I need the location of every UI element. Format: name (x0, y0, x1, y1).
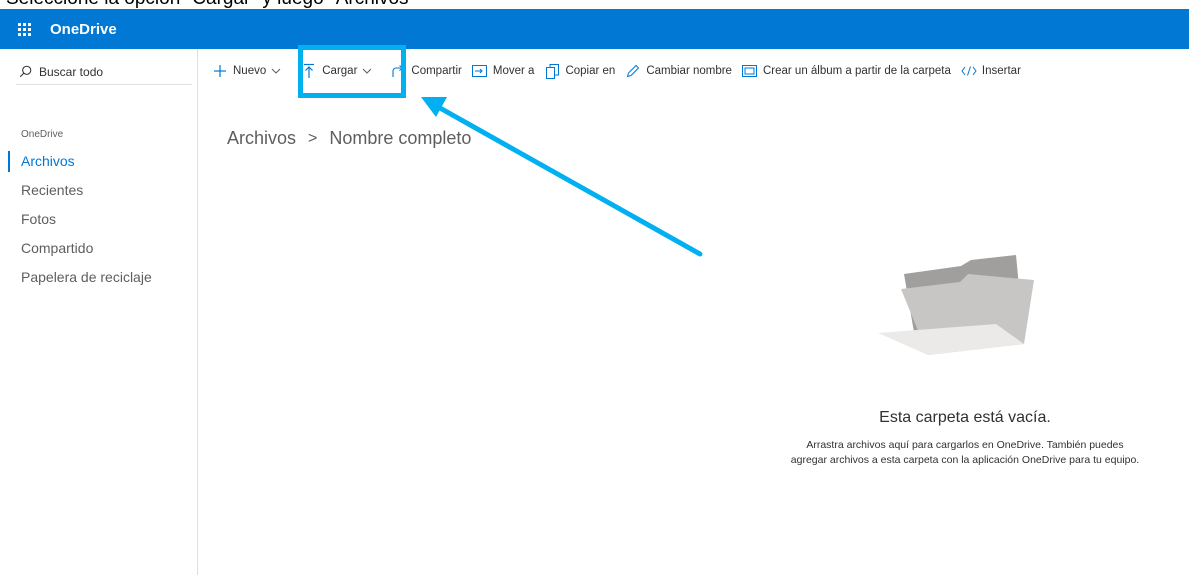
upload-label: Cargar (322, 65, 358, 77)
breadcrumb-root[interactable]: Archivos (227, 128, 296, 149)
empty-folder-illustration (878, 255, 1034, 355)
upload-icon (301, 63, 317, 79)
empty-state-title: Esta carpeta está vacía. (879, 409, 1051, 426)
search-placeholder: Buscar todo (39, 64, 104, 79)
chevron-down-icon (362, 68, 372, 74)
share-label: Compartir (411, 65, 462, 77)
create-album-button[interactable]: Crear un álbum a partir de la carpeta (737, 55, 956, 87)
breadcrumb-separator: > (308, 129, 318, 147)
rename-label: Cambiar nombre (646, 65, 732, 77)
nav-heading: OneDrive (21, 129, 64, 140)
new-button[interactable]: Nuevo (207, 55, 286, 87)
pencil-icon (625, 63, 641, 79)
create-album-label: Crear un álbum a partir de la carpeta (762, 65, 951, 77)
share-icon (390, 63, 406, 79)
album-icon (742, 63, 758, 79)
upload-button[interactable]: Cargar (296, 55, 377, 87)
embed-button[interactable]: Insertar (956, 55, 1026, 87)
new-label: Nuevo (233, 65, 267, 77)
top-bar: OneDrive (0, 9, 1189, 49)
chevron-down-icon (271, 68, 281, 74)
embed-icon (961, 63, 977, 79)
empty-state-description: Arrastra archivos aquí para cargarlos en… (790, 439, 1140, 466)
move-icon (472, 63, 488, 79)
nav-list: Archivos Recientes Fotos Compartido Pape… (8, 147, 198, 292)
breadcrumb: Archivos > Nombre completo (227, 128, 471, 149)
app-launcher-button[interactable] (0, 9, 48, 49)
embed-label: Insertar (981, 65, 1021, 77)
app-name[interactable]: OneDrive (50, 21, 117, 38)
sidebar-item-compartido[interactable]: Compartido (8, 234, 198, 263)
command-bar: Nuevo Cargar Compartir Mover a Copiar en (199, 49, 1189, 93)
sidebar-item-recientes[interactable]: Recientes (8, 176, 198, 205)
copy-icon (544, 63, 560, 79)
sidebar: Buscar todo OneDrive Archivos Recientes … (0, 49, 198, 575)
search-icon (19, 65, 32, 78)
breadcrumb-current: Nombre completo (329, 128, 472, 148)
move-button[interactable]: Mover a (467, 55, 540, 87)
search-box[interactable]: Buscar todo (16, 59, 192, 85)
sidebar-item-papelera[interactable]: Papelera de reciclaje (8, 263, 198, 292)
sidebar-item-fotos[interactable]: Fotos (8, 205, 198, 234)
copy-button[interactable]: Copiar en (539, 55, 620, 87)
share-button[interactable]: Compartir (385, 55, 466, 87)
sidebar-item-archivos[interactable]: Archivos (8, 147, 198, 176)
plus-icon (212, 63, 228, 79)
waffle-icon (17, 22, 31, 36)
move-label: Mover a (492, 65, 535, 77)
rename-button[interactable]: Cambiar nombre (620, 55, 737, 87)
copy-label: Copiar en (565, 65, 616, 77)
